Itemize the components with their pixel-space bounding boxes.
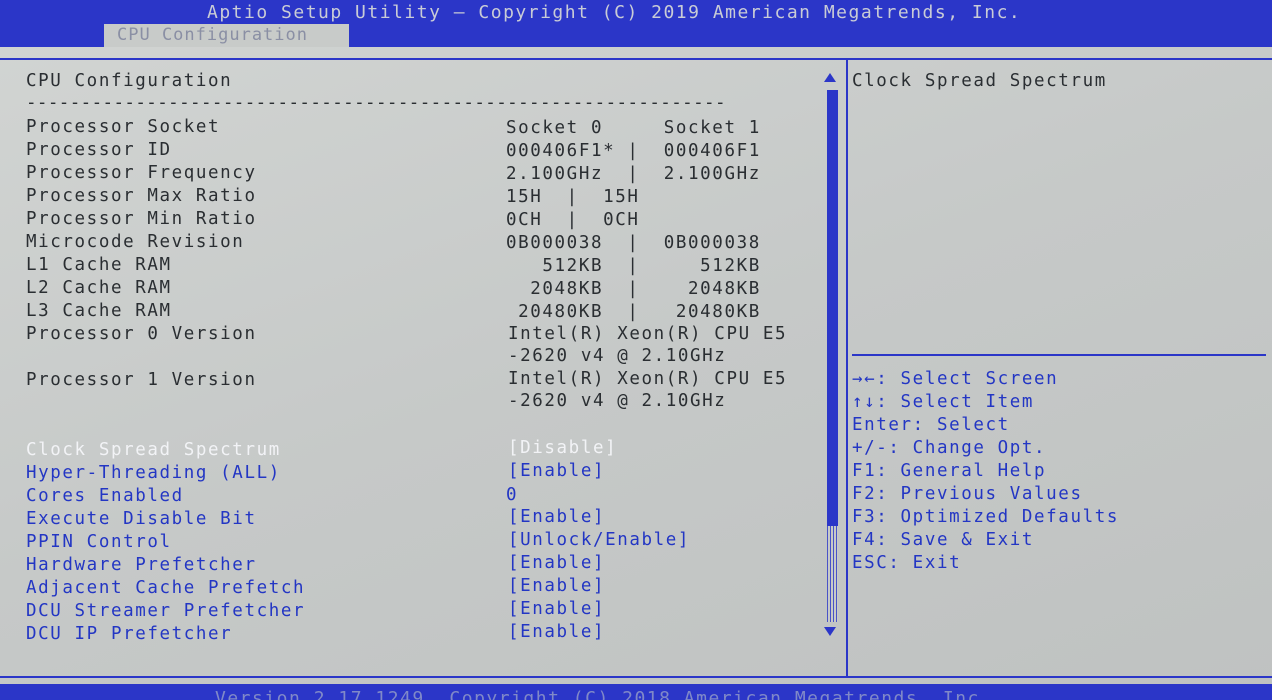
info-label-processor-max-ratio: Processor Max Ratio (26, 186, 257, 206)
info-value-l3-cache: 20480KB | 20480KB (506, 302, 761, 322)
section-rule: ----------------------------------------… (26, 93, 726, 113)
info-value-processor-1-version-cont: -2620 v4 @ 2.10GHz (508, 391, 727, 411)
info-label-processor-0-version: Processor 0 Version (26, 324, 257, 344)
setting-value-execute-disable-bit[interactable]: [Enable] (508, 506, 605, 528)
help-title: Clock Spread Spectrum (852, 71, 1107, 91)
info-value-processor-0-version-cont: -2620 v4 @ 2.10GHz (508, 346, 727, 366)
frame-bottom-line (0, 676, 1272, 678)
bios-screen: Aptio Setup Utility – Copyright (C) 2019… (0, 0, 1272, 700)
setting-ppin-control[interactable]: PPIN Control (26, 531, 172, 553)
key-hint-select-item: ↑↓: Select Item (852, 392, 1035, 412)
setting-clock-spread-spectrum[interactable]: Clock Spread Spectrum (26, 439, 281, 461)
setting-dcu-ip-prefetcher[interactable]: DCU IP Prefetcher (26, 623, 232, 645)
setting-adjacent-cache-prefetch[interactable]: Adjacent Cache Prefetch (26, 577, 305, 599)
key-hint-exit: ESC: Exit (852, 553, 962, 573)
info-value-processor-0-version: Intel(R) Xeon(R) CPU E5 (508, 324, 788, 344)
setting-value-hardware-prefetcher[interactable]: [Enable] (508, 552, 605, 574)
setting-hyper-threading[interactable]: Hyper-Threading (ALL) (26, 462, 281, 484)
info-label-processor-id: Processor ID (26, 140, 172, 160)
info-label-processor-frequency: Processor Frequency (26, 163, 257, 183)
setting-value-dcu-streamer-prefetcher[interactable]: [Enable] (508, 598, 605, 620)
setting-dcu-streamer-prefetcher[interactable]: DCU Streamer Prefetcher (26, 600, 305, 622)
info-value-processor-id: 000406F1* | 000406F1 (506, 141, 761, 161)
setting-value-dcu-ip-prefetcher[interactable]: [Enable] (508, 621, 605, 643)
setting-cores-enabled[interactable]: Cores Enabled (26, 485, 184, 507)
setting-value-ppin-control[interactable]: [Unlock/Enable] (508, 529, 690, 551)
info-label-processor-socket: Processor Socket (26, 117, 221, 137)
setting-value-cores-enabled[interactable]: 0 (506, 484, 518, 506)
footer-bar: Version 2.17.1249. Copyright (C) 2018 Am… (0, 684, 1272, 700)
pane-divider (846, 58, 848, 678)
info-label-processor-1-version: Processor 1 Version (26, 370, 257, 390)
key-hint-change-opt: +/-: Change Opt. (852, 438, 1047, 458)
help-separator (852, 354, 1266, 356)
footer-text: Version 2.17.1249. Copyright (C) 2018 Am… (215, 688, 993, 700)
info-value-microcode-revision: 0B000038 | 0B000038 (506, 233, 761, 253)
scroll-up-arrow-icon[interactable] (824, 73, 836, 82)
info-label-l1-cache: L1 Cache RAM (26, 255, 172, 275)
info-value-processor-max-ratio: 15H | 15H (506, 187, 640, 207)
title-text: Aptio Setup Utility – Copyright (C) 2019… (207, 2, 1022, 23)
info-value-l1-cache: 512KB | 512KB (506, 256, 761, 276)
info-label-l2-cache: L2 Cache RAM (26, 278, 172, 298)
key-hint-save-exit: F4: Save & Exit (852, 530, 1035, 550)
info-label-l3-cache: L3 Cache RAM (26, 301, 172, 321)
key-hint-previous-values: F2: Previous Values (852, 484, 1083, 504)
tab-cpu-configuration[interactable]: CPU Configuration (104, 24, 349, 47)
key-hint-select-screen: →←: Select Screen (852, 369, 1059, 389)
frame-top-line (0, 58, 1272, 60)
setting-value-clock-spread-spectrum[interactable]: [Disable] (508, 437, 617, 459)
info-label-microcode-revision: Microcode Revision (26, 232, 245, 252)
info-value-processor-min-ratio: 0CH | 0CH (506, 210, 640, 230)
scrollbar-thumb[interactable] (827, 90, 838, 526)
setting-hardware-prefetcher[interactable]: Hardware Prefetcher (26, 554, 257, 576)
key-hint-optimized-defaults: F3: Optimized Defaults (852, 507, 1119, 527)
section-title: CPU Configuration (26, 71, 233, 91)
info-value-processor-1-version: Intel(R) Xeon(R) CPU E5 (508, 369, 788, 389)
setting-value-adjacent-cache-prefetch[interactable]: [Enable] (508, 575, 605, 597)
setting-execute-disable-bit[interactable]: Execute Disable Bit (26, 508, 257, 530)
key-hint-general-help: F1: General Help (852, 461, 1047, 481)
info-value-processor-frequency: 2.100GHz | 2.100GHz (506, 164, 761, 184)
info-value-processor-socket: Socket 0 Socket 1 (506, 118, 761, 138)
info-label-processor-min-ratio: Processor Min Ratio (26, 209, 257, 229)
title-bar: Aptio Setup Utility – Copyright (C) 2019… (0, 0, 1272, 47)
info-value-l2-cache: 2048KB | 2048KB (506, 279, 761, 299)
setting-value-hyper-threading[interactable]: [Enable] (508, 460, 605, 482)
key-hint-enter-select: Enter: Select (852, 415, 1010, 435)
scroll-down-arrow-icon[interactable] (824, 627, 836, 636)
